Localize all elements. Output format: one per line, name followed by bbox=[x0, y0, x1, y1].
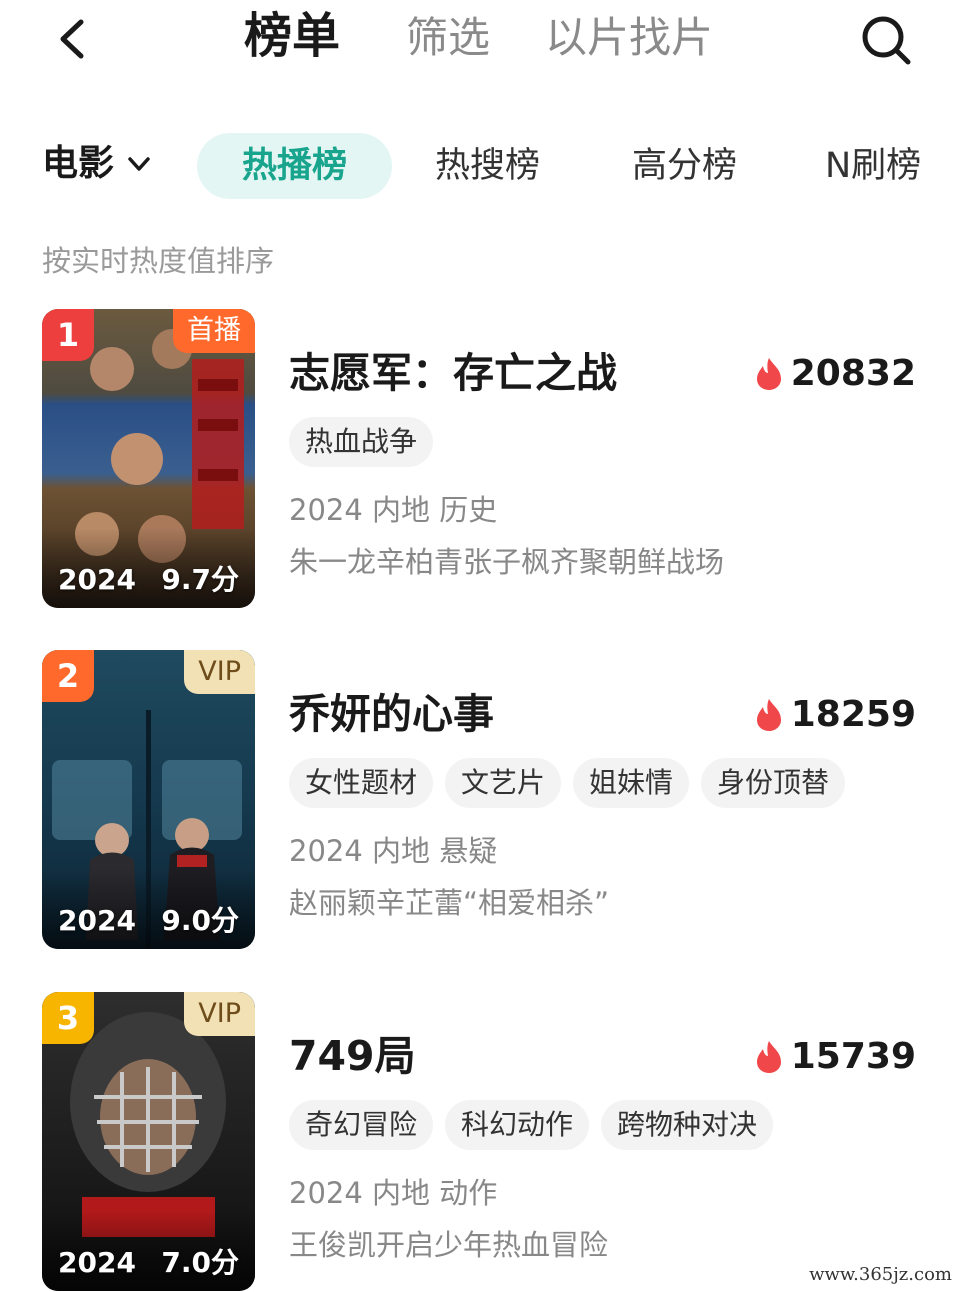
search-icon[interactable] bbox=[858, 12, 914, 68]
poster[interactable]: 3 VIP 2024 7.0分 bbox=[42, 992, 255, 1291]
premiere-badge: 首播 bbox=[173, 309, 255, 353]
genre-tag[interactable]: 热血战争 bbox=[289, 417, 434, 467]
heat-value: 15739 bbox=[790, 1036, 916, 1077]
vip-badge: VIP bbox=[184, 992, 255, 1036]
heat-score: 18259 bbox=[755, 690, 916, 740]
tag-list: 热血战争 bbox=[289, 417, 445, 467]
poster-year: 2024 bbox=[58, 1246, 136, 1279]
genre-tag[interactable]: 科幻动作 bbox=[445, 1100, 590, 1150]
poster[interactable]: 1 首播 2024 9.7分 bbox=[42, 309, 255, 608]
rank-badge: 1 bbox=[42, 309, 94, 361]
genre-tag[interactable]: 奇幻冒险 bbox=[289, 1100, 434, 1150]
heat-value: 20832 bbox=[790, 353, 916, 394]
item-title[interactable]: 749局 bbox=[289, 1028, 416, 1084]
watermark: www.365jz.com bbox=[809, 1264, 952, 1285]
ranking-item[interactable]: 3 VIP 2024 7.0分 749局 15739 奇幻冒险 科幻动作 跨物种… bbox=[0, 992, 960, 1292]
tab-high-score[interactable]: 高分榜 bbox=[632, 133, 737, 199]
tab-n-rewatch[interactable]: N刷榜 bbox=[825, 133, 921, 199]
category-label: 电影 bbox=[42, 143, 115, 184]
genre-tag[interactable]: 姐妹情 bbox=[573, 758, 690, 808]
flame-icon bbox=[756, 358, 781, 390]
category-dropdown[interactable]: 电影 bbox=[42, 139, 154, 189]
tab-hot-play[interactable]: 热播榜 bbox=[197, 133, 392, 199]
top-nav-bar: 榜单 筛选 以片找片 bbox=[0, 0, 960, 90]
genre-tag[interactable]: 文艺片 bbox=[445, 758, 562, 808]
item-description: 赵丽颖辛芷蕾“相爱相杀” bbox=[289, 886, 610, 920]
item-description: 王俊凯开启少年热血冒险 bbox=[289, 1228, 609, 1262]
tab-rankings[interactable]: 榜单 bbox=[244, 6, 340, 66]
genre-tag[interactable]: 女性题材 bbox=[289, 758, 434, 808]
poster-score: 7.0分 bbox=[161, 1246, 239, 1279]
item-meta: 2024 内地 悬疑 bbox=[289, 834, 498, 868]
item-title[interactable]: 乔妍的心事 bbox=[289, 686, 494, 742]
tab-filter[interactable]: 筛选 bbox=[406, 8, 490, 68]
genre-tag[interactable]: 身份顶替 bbox=[701, 758, 846, 808]
tag-list: 女性题材 文艺片 姐妹情 身份顶替 bbox=[289, 758, 857, 808]
chevron-down-icon bbox=[128, 157, 150, 171]
rank-badge: 3 bbox=[42, 992, 94, 1044]
rank-badge: 2 bbox=[42, 650, 94, 702]
item-meta: 2024 内地 动作 bbox=[289, 1176, 498, 1210]
heat-value: 18259 bbox=[790, 694, 916, 735]
flame-icon bbox=[756, 1041, 781, 1073]
genre-tag[interactable]: 跨物种对决 bbox=[601, 1100, 774, 1150]
vip-badge: VIP bbox=[184, 650, 255, 694]
sort-description: 按实时热度值排序 bbox=[42, 244, 275, 278]
item-title[interactable]: 志愿军：存亡之战 bbox=[289, 345, 617, 401]
poster-year: 2024 bbox=[58, 904, 136, 937]
poster[interactable]: 2 VIP 2024 9.0分 bbox=[42, 650, 255, 949]
tab-find-by-film[interactable]: 以片找片 bbox=[545, 8, 713, 68]
ranking-item[interactable]: 1 首播 2024 9.7分 志愿军：存亡之战 20832 热血战争 2024 … bbox=[0, 309, 960, 609]
poster-score: 9.7分 bbox=[161, 563, 239, 596]
ranking-item[interactable]: 2 VIP 2024 9.0分 乔妍的心事 18259 女性题材 文艺片 姐妹情… bbox=[0, 650, 960, 950]
back-arrow-icon[interactable] bbox=[48, 14, 98, 64]
item-description: 朱一龙辛柏青张子枫齐聚朝鲜战场 bbox=[289, 545, 725, 579]
flame-icon bbox=[756, 699, 781, 731]
chart-category-bar: 电影 热播榜 热搜榜 高分榜 N刷榜 bbox=[0, 125, 960, 205]
tag-list: 奇幻冒险 科幻动作 跨物种对决 bbox=[289, 1100, 785, 1150]
item-meta: 2024 内地 历史 bbox=[289, 493, 498, 527]
poster-year: 2024 bbox=[58, 563, 136, 596]
tab-hot-search[interactable]: 热搜榜 bbox=[435, 133, 540, 199]
heat-score: 20832 bbox=[755, 349, 916, 399]
poster-score: 9.0分 bbox=[161, 904, 239, 937]
heat-score: 15739 bbox=[755, 1032, 916, 1082]
